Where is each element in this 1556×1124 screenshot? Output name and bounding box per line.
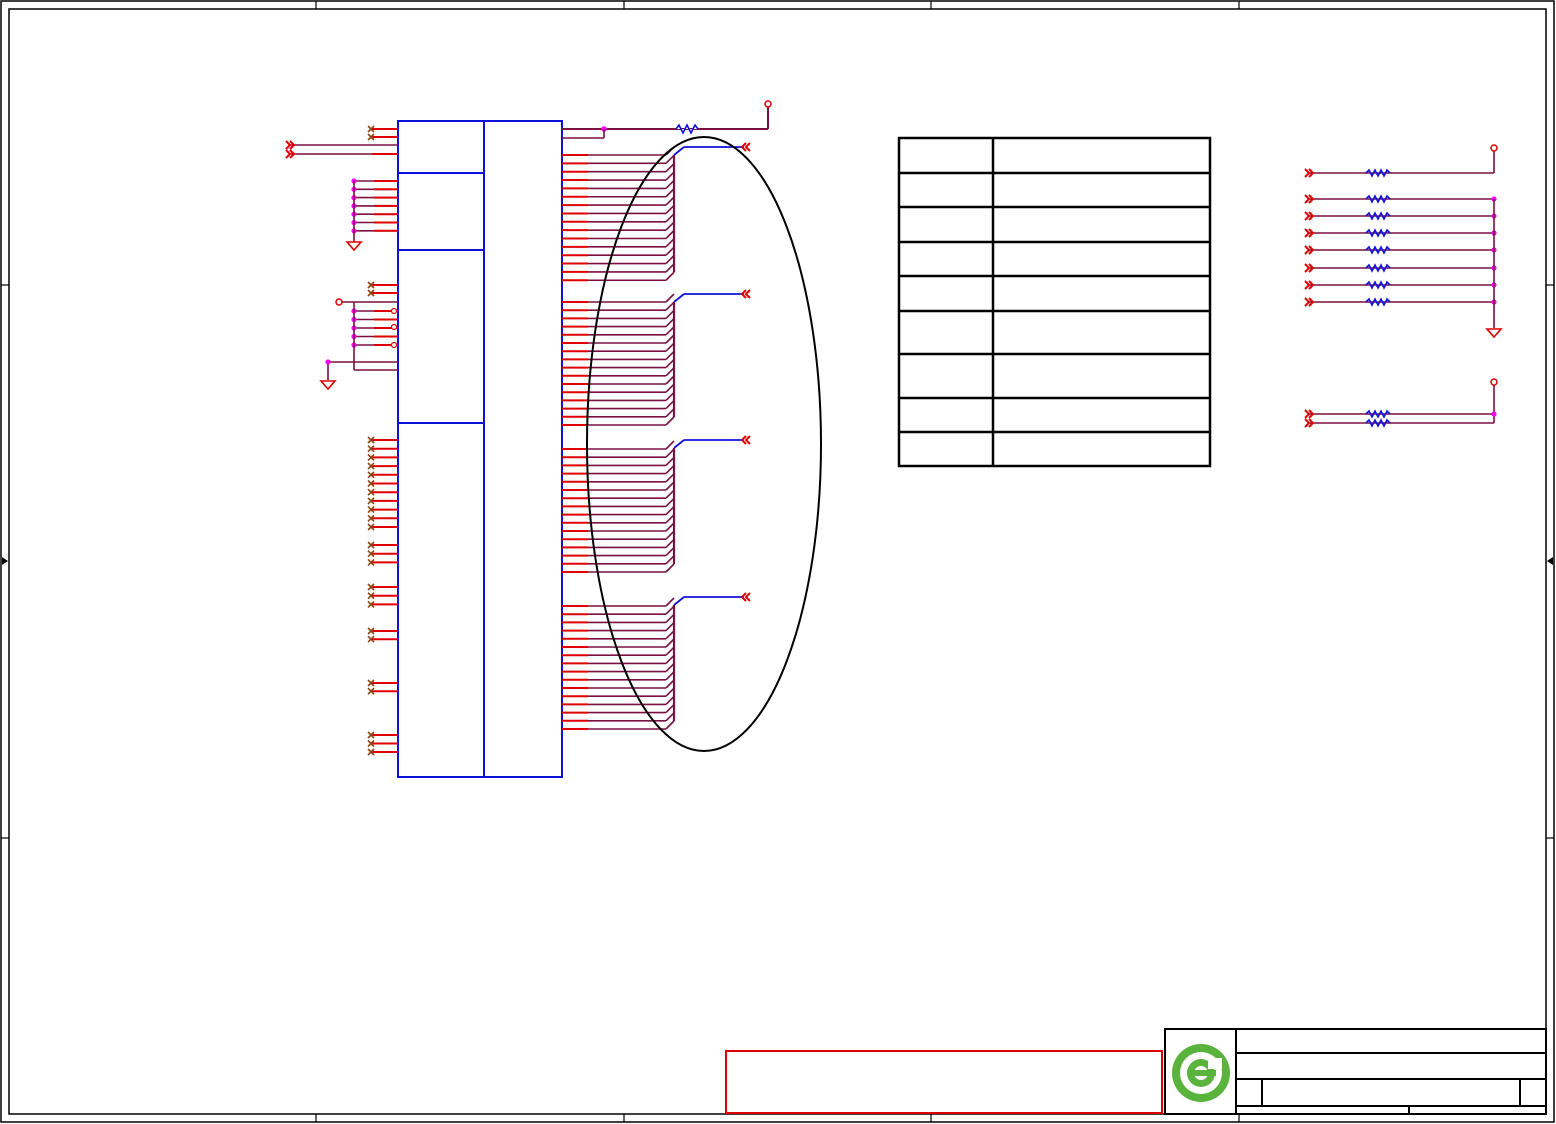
offpage-connector-icon <box>1304 297 1315 307</box>
sheet-frame <box>0 0 1555 1123</box>
highlight-ellipse <box>586 136 822 752</box>
offpage-connector-icon <box>1304 263 1315 273</box>
junction-dot-icon <box>1491 411 1497 417</box>
resistor-network <box>1304 144 1503 428</box>
power-port-icon <box>764 100 772 108</box>
pin-bubble-icon <box>390 341 398 349</box>
ground-symbol-icon <box>319 380 337 391</box>
resistor-icon <box>675 123 699 135</box>
pin-bubble-icon <box>390 323 398 331</box>
pin-bubble-icon <box>390 307 398 315</box>
center-arrow-icon <box>2 557 1553 565</box>
ic-symbol[interactable] <box>397 120 563 778</box>
left-pin-group <box>285 125 398 756</box>
pin-table <box>897 136 1212 468</box>
top-pullup-net <box>562 100 772 139</box>
notice-box <box>725 1050 1163 1114</box>
offpage-connector-icon <box>1304 211 1315 221</box>
offpage-connector-icon <box>1304 194 1315 204</box>
offpage-connector-icon <box>1304 245 1315 255</box>
offpage-connector-icon <box>1304 280 1315 290</box>
right-pin-group <box>562 142 751 730</box>
offpage-connector-icon <box>740 592 751 602</box>
company-logo-icon <box>1172 1044 1230 1102</box>
offpage-connector-icon <box>740 142 751 152</box>
offpage-connector-icon <box>740 289 751 299</box>
offpage-connector-icon <box>285 140 296 150</box>
junction-dot-icon <box>325 359 331 365</box>
power-port-icon <box>1490 144 1498 152</box>
offpage-connector-icon <box>1304 418 1315 428</box>
zone-ticks <box>1 1 1554 1122</box>
ground-symbol-icon <box>1485 328 1503 339</box>
schematic-sheet <box>0 0 1555 1123</box>
power-port-icon <box>1490 378 1498 386</box>
offpage-connector-icon <box>1304 168 1315 178</box>
offpage-connector-icon <box>285 149 296 159</box>
offpage-connector-icon <box>1304 228 1315 238</box>
offpage-connector-icon <box>1304 409 1315 419</box>
ground-symbol-icon <box>345 241 363 252</box>
offpage-connector-icon <box>740 435 751 445</box>
power-port-icon <box>335 298 343 306</box>
